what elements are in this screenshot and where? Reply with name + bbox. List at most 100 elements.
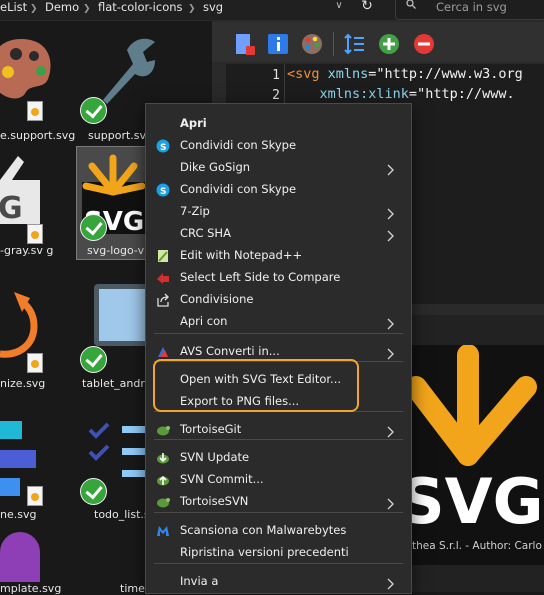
menu-item-7-zip[interactable]: 7-Zip: [146, 200, 411, 222]
menu-item-tortoisesvn[interactable]: TortoiseSVN: [146, 490, 411, 512]
menu-item-label: Edit with Notepad++: [180, 248, 303, 262]
chevron-right-icon: ❯: [83, 4, 91, 14]
svg-logo-gray-icon: G: [0, 156, 40, 226]
menu-separator: [154, 563, 403, 564]
tortoise-icon: [156, 494, 170, 508]
menu-separator: [154, 512, 403, 513]
bar-icon: [0, 478, 20, 496]
menu-item-apri-con[interactable]: Apri con: [146, 310, 411, 332]
refresh-icon[interactable]: ↻: [357, 0, 377, 17]
menu-item-label: Condivisione: [180, 292, 254, 306]
chevron-down-icon[interactable]: ∨: [332, 0, 346, 16]
breadcrumb-item[interactable]: Demo: [45, 0, 79, 14]
file-label: svg-logo-v: [87, 244, 145, 257]
code-token: xmlns: [327, 66, 369, 82]
search-input[interactable]: Cerca in svg: [395, 0, 544, 20]
menu-separator: [154, 333, 403, 334]
chevron-right-icon: [387, 205, 395, 220]
palette-icon: [0, 39, 51, 99]
skype-icon: S: [156, 138, 170, 153]
file-label: tablet_andro g: [82, 377, 162, 390]
file-label: todo_list.s: [94, 508, 150, 521]
notepad-icon: [156, 248, 170, 262]
line-number: 1: [272, 68, 280, 83]
menu-item-condividi-con-skype[interactable]: S Condividi con Skype: [146, 134, 411, 156]
svg-text:G: G: [0, 191, 23, 226]
search-icon: [406, 0, 416, 9]
info-icon[interactable]: [266, 32, 290, 56]
menu-item-invia-a[interactable]: Invia a: [146, 570, 411, 592]
sync-check-icon: [80, 97, 107, 124]
menu-item-label: Apri con: [180, 314, 228, 328]
svg-text:S: S: [160, 143, 166, 153]
menu-item-label: Ripristina versioni precedenti: [180, 545, 349, 559]
menu-item-condivisione[interactable]: Condivisione: [146, 288, 411, 310]
breadcrumb-item[interactable]: eList: [0, 0, 27, 14]
menu-item-crc-sha[interactable]: CRC SHA: [146, 222, 411, 244]
compare-icon: [156, 270, 170, 284]
breadcrumb-item[interactable]: svg: [203, 0, 223, 14]
add-icon[interactable]: [377, 32, 401, 56]
search-placeholder: Cerca in svg: [436, 0, 507, 14]
menu-item-label: Dike GoSign: [180, 160, 251, 174]
line-number: 2: [272, 88, 280, 103]
breadcrumb-item[interactable]: flat-color-icons: [98, 0, 183, 14]
palette-icon[interactable]: [300, 32, 324, 56]
code-line: <svg xmlns="http://www.w3.org: [287, 66, 523, 82]
highlight-box: [153, 359, 359, 412]
menu-item-dike-gosign[interactable]: Dike GoSign: [146, 156, 411, 178]
bar-icon: [0, 450, 36, 468]
sync-check-icon: [80, 346, 107, 373]
svn-update-icon: [156, 450, 170, 464]
chevron-right-icon: [387, 495, 395, 510]
svg-text:S: S: [160, 187, 166, 197]
svg-file-badge-icon: [27, 101, 43, 121]
remove-icon[interactable]: [412, 32, 436, 56]
svg-file-badge-icon: [27, 353, 43, 373]
menu-item-svn-commit[interactable]: SVN Commit...: [146, 468, 411, 490]
preview-svg-text: SVG: [400, 465, 544, 538]
malwarebytes-icon: [156, 523, 170, 537]
menu-item-ripristina-versioni-precedenti[interactable]: Ripristina versioni precedenti: [146, 541, 411, 563]
chevron-right-icon: [387, 345, 395, 360]
template-icon: [0, 532, 40, 582]
menu-item-tortoisegit[interactable]: TortoiseGit: [146, 418, 411, 440]
new-file-icon[interactable]: [232, 32, 256, 56]
file-item[interactable]: [0, 34, 58, 121]
menu-item-scansiona-con-malwarebytes[interactable]: Scansiona con Malwarebytes: [146, 519, 411, 541]
menu-item-svn-update[interactable]: SVN Update: [146, 446, 411, 468]
menu-item-edit-with-notepad[interactable]: Edit with Notepad++: [146, 244, 411, 266]
menu-item-label: SVN Commit...: [180, 472, 264, 486]
preview-caption: thea S.r.l. - Author: Carlo B: [412, 540, 544, 552]
menu-item-label: Apri: [180, 116, 207, 130]
menu-item-label: 7-Zip: [180, 204, 210, 218]
menu-item-label: Scansiona con Malwarebytes: [180, 523, 347, 537]
menu-item-label: TortoiseSVN: [180, 494, 249, 508]
chevron-right-icon: [387, 575, 395, 590]
skype-icon: S: [156, 182, 170, 197]
menu-item-label: Condividi con Skype: [180, 138, 297, 152]
menu-item-select-left-side-to-compare[interactable]: Select Left Side to Compare: [146, 266, 411, 288]
svg-file-badge-icon: [27, 486, 43, 506]
menu-item-label: TortoiseGit: [180, 422, 242, 436]
code-token: =: [408, 86, 418, 102]
menu-item-label: Select Left Side to Compare: [180, 270, 341, 284]
code-token: "http://www.w3.org: [376, 66, 523, 82]
file-label: ne.svg: [0, 508, 37, 521]
share-icon: [156, 292, 170, 307]
chevron-right-icon: [387, 423, 395, 438]
menu-item-condividi-con-skype[interactable]: S Condividi con Skype: [146, 178, 411, 200]
chevron-right-icon: [387, 315, 395, 330]
chevron-right-icon: ❯: [188, 4, 196, 14]
code-token: xmlns:xlink: [319, 86, 409, 102]
code-line: xmlns:xlink="http://www.: [287, 86, 515, 102]
bar-icon: [0, 421, 22, 439]
menu-item-apri[interactable]: Apri: [146, 112, 411, 134]
sort-icon[interactable]: [342, 32, 366, 56]
menu-item-label: Condividi con Skype: [180, 182, 297, 196]
menu-item-label: AVS Converti in...: [180, 344, 280, 358]
menu-item-label: SVN Update: [180, 450, 250, 464]
chevron-right-icon: [387, 161, 395, 176]
tablet-icon: [94, 284, 150, 346]
